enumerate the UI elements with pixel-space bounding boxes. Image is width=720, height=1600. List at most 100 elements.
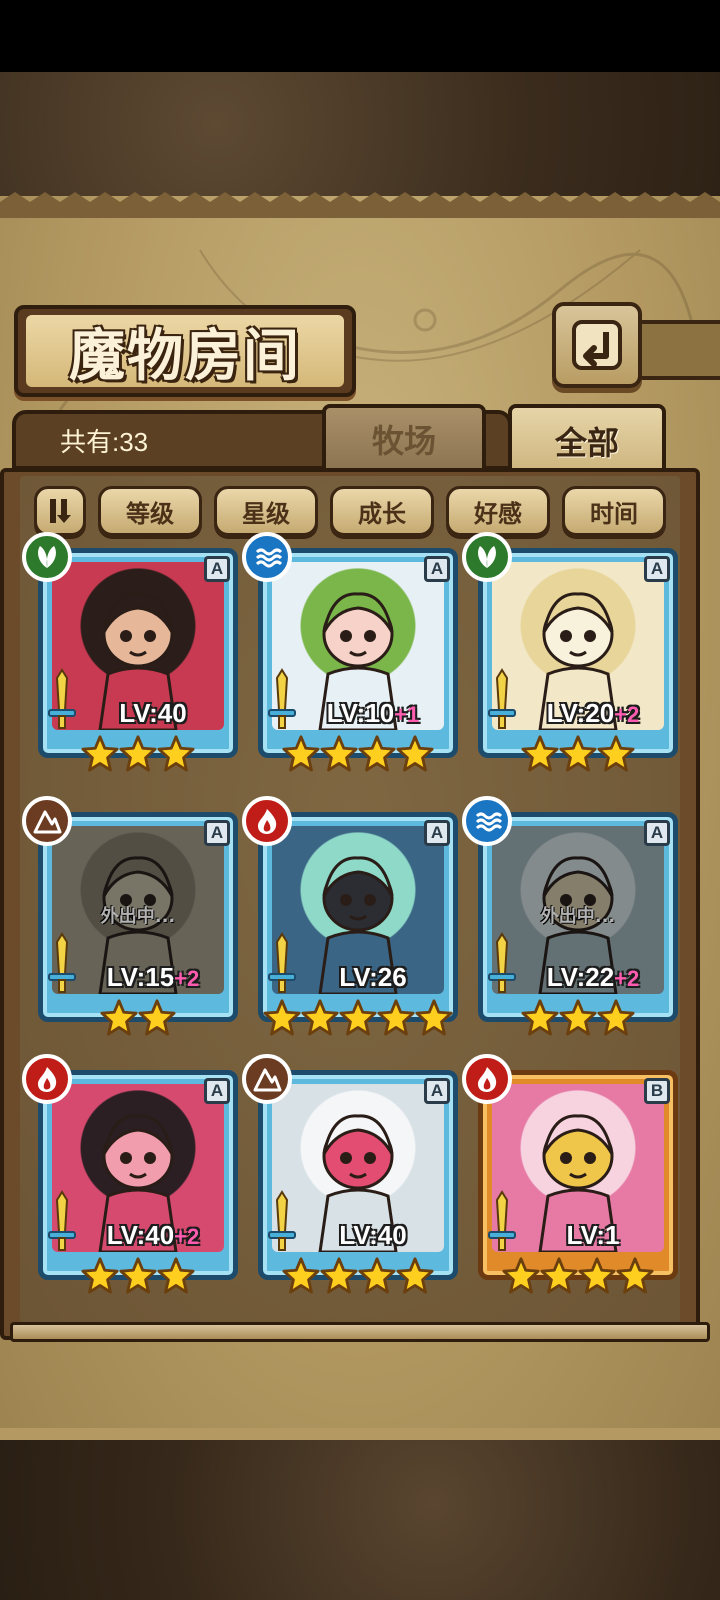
rank-badge: A xyxy=(204,1078,230,1104)
star-rating xyxy=(478,734,678,772)
sort-star-button[interactable]: 星级 xyxy=(214,486,318,536)
level-bonus: +2 xyxy=(174,966,200,991)
star-icon xyxy=(339,999,377,1036)
star-icon xyxy=(119,1257,157,1294)
rank-badge: B xyxy=(644,1078,670,1104)
level-value: LV:20 xyxy=(546,698,615,728)
star-icon xyxy=(396,1257,434,1294)
monster-card[interactable]: 外出中... A LV:15+2 xyxy=(22,796,238,1048)
monster-card[interactable]: 外出中... A LV:22+2 xyxy=(462,796,678,1048)
return-icon xyxy=(572,320,622,370)
star-icon xyxy=(578,1257,616,1294)
sort-order-toggle[interactable] xyxy=(34,486,86,536)
level-label: LV:1 xyxy=(508,1220,678,1251)
total-count: 共有:33 xyxy=(60,427,149,457)
star-icon xyxy=(320,735,358,772)
nature-element-icon xyxy=(22,532,72,582)
sort-affection-button[interactable]: 好感 xyxy=(446,486,550,536)
star-icon xyxy=(377,999,415,1036)
star-icon xyxy=(521,735,559,772)
rank-badge: A xyxy=(424,556,450,582)
sort-time-button[interactable]: 时间 xyxy=(562,486,666,536)
sort-growth-button[interactable]: 成长 xyxy=(330,486,434,536)
monster-card[interactable]: A LV:40 xyxy=(22,532,238,784)
fire-element-icon xyxy=(242,796,292,846)
monster-card[interactable]: A LV:40 xyxy=(242,1054,458,1306)
star-rating xyxy=(38,734,238,772)
rank-badge: A xyxy=(204,820,230,846)
star-icon xyxy=(100,999,138,1036)
star-icon xyxy=(119,735,157,772)
tab-ranch[interactable]: 牧场 xyxy=(322,404,486,474)
monster-card[interactable]: B LV:1 xyxy=(462,1054,678,1306)
star-icon xyxy=(559,999,597,1036)
star-icon xyxy=(81,735,119,772)
level-value: LV:26 xyxy=(339,962,407,992)
star-icon xyxy=(320,1257,358,1294)
star-icon xyxy=(263,999,301,1036)
star-icon xyxy=(358,735,396,772)
level-value: LV:40 xyxy=(119,698,187,728)
tab-all[interactable]: 全部 xyxy=(508,404,666,478)
page-title: 魔物房间 xyxy=(69,322,301,389)
star-icon xyxy=(282,735,320,772)
grid-bottom-rail xyxy=(10,1322,710,1342)
level-label: LV:10+1 xyxy=(288,698,458,729)
level-value: LV:15 xyxy=(106,962,175,992)
rank-badge: A xyxy=(644,820,670,846)
background-map-top xyxy=(0,72,720,202)
monster-card[interactable]: A LV:40+2 xyxy=(22,1054,238,1306)
star-rating xyxy=(38,1256,238,1294)
star-rating xyxy=(258,734,458,772)
star-icon xyxy=(81,1257,119,1294)
back-button[interactable] xyxy=(552,302,642,388)
star-rating xyxy=(478,998,678,1036)
level-label: LV:26 xyxy=(288,962,458,993)
water-element-icon xyxy=(242,532,292,582)
earth-element-icon xyxy=(242,1054,292,1104)
level-bonus: +2 xyxy=(174,1224,200,1249)
level-value: LV:1 xyxy=(566,1220,620,1250)
level-label: LV:40 xyxy=(288,1220,458,1251)
nature-element-icon xyxy=(462,532,512,582)
star-icon xyxy=(157,735,195,772)
star-rating xyxy=(478,1256,678,1294)
star-icon xyxy=(597,735,635,772)
star-icon xyxy=(540,1257,578,1294)
fire-element-icon xyxy=(22,1054,72,1104)
monster-card[interactable]: A LV:10+1 xyxy=(242,532,458,784)
level-value: LV:22 xyxy=(546,962,615,992)
background-map-bottom xyxy=(0,1440,720,1600)
star-icon xyxy=(597,999,635,1036)
star-icon xyxy=(282,1257,320,1294)
star-icon xyxy=(396,735,434,772)
star-rating xyxy=(38,998,238,1036)
away-status: 外出中... xyxy=(100,906,176,927)
monster-card[interactable]: A LV:20+2 xyxy=(462,532,678,784)
star-icon xyxy=(559,735,597,772)
level-value: LV:40 xyxy=(339,1220,407,1250)
star-rating xyxy=(258,1256,458,1294)
status-bar xyxy=(0,0,720,72)
sort-level-button[interactable]: 等级 xyxy=(98,486,202,536)
level-label: LV:40 xyxy=(68,698,238,729)
monster-card[interactable]: A LV:26 xyxy=(242,796,458,1048)
fire-element-icon xyxy=(462,1054,512,1104)
star-icon xyxy=(502,1257,540,1294)
level-bonus: +2 xyxy=(614,966,640,991)
earth-element-icon xyxy=(22,796,72,846)
level-label: LV:20+2 xyxy=(508,698,678,729)
level-bonus: +2 xyxy=(614,702,640,727)
level-value: LV:10 xyxy=(326,698,395,728)
star-icon xyxy=(138,999,176,1036)
rank-badge: A xyxy=(644,556,670,582)
back-bar xyxy=(640,320,720,380)
star-icon xyxy=(157,1257,195,1294)
rank-badge: A xyxy=(424,820,450,846)
level-label: LV:22+2 xyxy=(508,962,678,993)
rank-badge: A xyxy=(424,1078,450,1104)
level-label: LV:40+2 xyxy=(68,1220,238,1251)
water-element-icon xyxy=(462,796,512,846)
away-status: 外出中... xyxy=(540,906,616,927)
star-icon xyxy=(415,999,453,1036)
